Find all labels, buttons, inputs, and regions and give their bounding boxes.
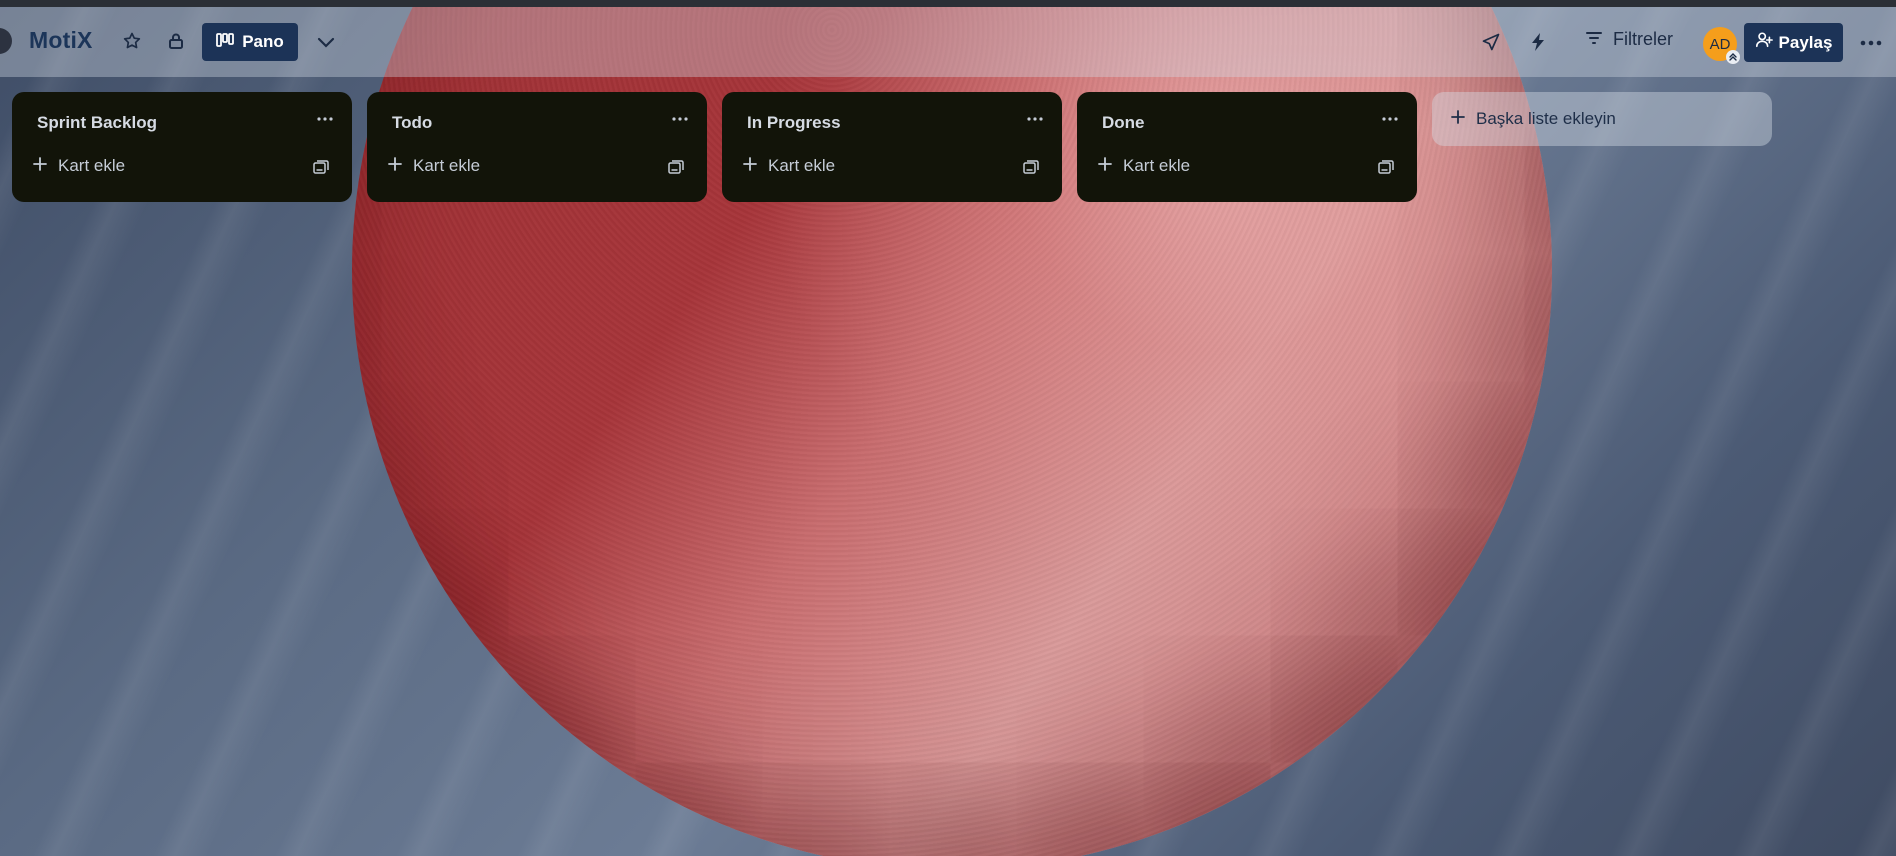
list-done: Done Kart ekle [1077,92,1417,202]
list-title[interactable]: In Progress [747,113,841,133]
board-header: MotiX Pano Filtreler AD Paylaş [0,7,1896,77]
card-template-icon[interactable] [308,154,334,180]
board-viewport: MotiX Pano Filtreler AD Paylaş Sprint Ba… [0,0,1896,856]
list-menu-icon[interactable] [1020,106,1050,132]
share-button[interactable]: Paylaş [1744,23,1843,62]
window-top-strip [0,0,1896,7]
more-icon[interactable] [1856,29,1886,57]
avatar[interactable]: AD [1703,27,1740,64]
filters-button[interactable]: Filtreler [1585,29,1673,50]
board-title[interactable]: MotiX [29,27,93,54]
plus-icon [387,156,403,177]
list-menu-icon[interactable] [1375,106,1405,132]
card-template-icon[interactable] [1018,154,1044,180]
add-list-button[interactable]: Başka liste ekleyin [1432,92,1772,146]
add-card-button[interactable]: Kart ekle [1097,150,1352,182]
lightning-icon[interactable] [1525,28,1551,56]
list-menu-icon[interactable] [310,106,340,132]
share-label: Paylaş [1778,32,1833,52]
add-person-icon [1755,31,1773,54]
plus-icon [742,156,758,177]
sidebar-toggle[interactable] [0,28,12,54]
list-sprint-backlog: Sprint Backlog Kart ekle [12,92,352,202]
rocket-icon[interactable] [1477,28,1505,56]
avatar-initials: AD [1709,35,1731,53]
card-template-icon[interactable] [1373,154,1399,180]
chevron-down-icon[interactable] [313,29,339,55]
list-title[interactable]: Todo [392,113,432,133]
lock-icon[interactable] [165,29,187,53]
filters-label: Filtreler [1613,29,1674,49]
add-card-button[interactable]: Kart ekle [32,150,287,182]
add-card-button[interactable]: Kart ekle [387,150,642,182]
list-menu-icon[interactable] [665,106,695,132]
list-in-progress: In Progress Kart ekle [722,92,1062,202]
list-todo: Todo Kart ekle [367,92,707,202]
board-view-icon [216,32,235,52]
plus-icon [1097,156,1113,177]
list-title[interactable]: Done [1102,113,1145,133]
admin-badge-icon [1726,50,1740,64]
add-card-label: Kart ekle [768,156,836,175]
add-card-label: Kart ekle [413,156,481,175]
list-title[interactable]: Sprint Backlog [37,113,157,133]
add-card-label: Kart ekle [58,156,126,175]
plus-icon [1450,109,1466,130]
card-template-icon[interactable] [663,154,689,180]
plus-icon [32,156,48,177]
filter-icon [1585,29,1603,50]
board-view-label: Pano [242,32,284,51]
add-card-label: Kart ekle [1123,156,1191,175]
add-card-button[interactable]: Kart ekle [742,150,997,182]
star-icon[interactable] [120,29,144,53]
board-view-button[interactable]: Pano [202,23,298,61]
add-list-label: Başka liste ekleyin [1476,109,1616,128]
